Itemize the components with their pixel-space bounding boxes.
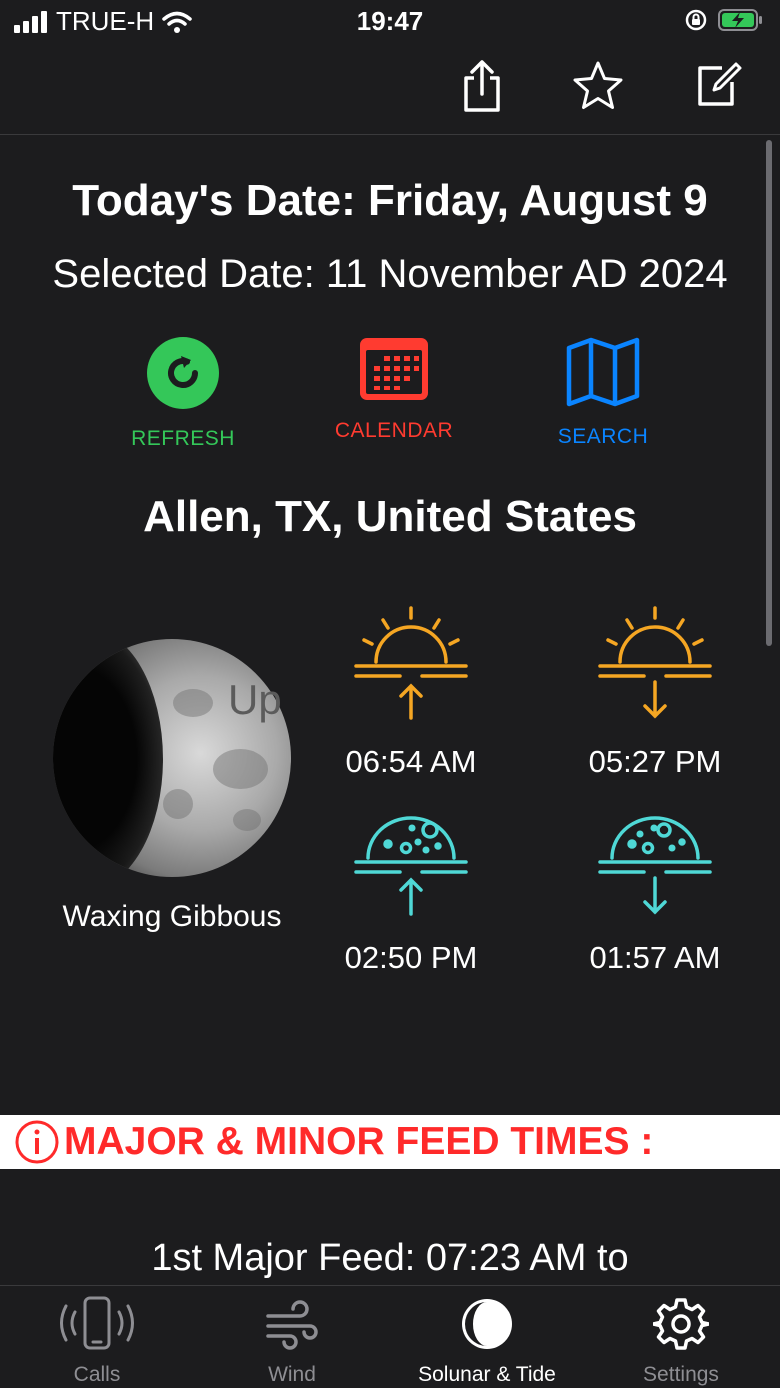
tab-settings[interactable]: Settings (591, 1296, 771, 1387)
tab-wind[interactable]: Wind (202, 1296, 382, 1387)
location-title: Allen, TX, United States (143, 492, 637, 541)
phone-icon (60, 1296, 134, 1350)
calendar-label: CALENDAR (334, 419, 454, 442)
refresh-label: REFRESH (131, 427, 235, 450)
selected-date: Selected Date: 11 November AD 2024 (52, 252, 728, 296)
tab-bar: Calls Wind Solunar & Tide Settings (0, 1285, 780, 1388)
moonrise-time: 02:50 PM (344, 940, 478, 975)
tab-settings-label: Settings (643, 1363, 719, 1386)
sunrise-time: 06:54 AM (345, 744, 477, 779)
share-icon (464, 60, 500, 112)
moon-overlay-text: Up (228, 676, 282, 723)
status-time: 19:47 (356, 6, 424, 36)
first-major-feed: 1st Major Feed: 07:23 AM to (151, 1237, 629, 1279)
moonset-icon (598, 814, 712, 925)
moonrise-icon (354, 814, 468, 925)
moon-icon (462, 1299, 512, 1349)
edit-icon (698, 62, 742, 106)
tab-solunar-tide[interactable]: Solunar & Tide (397, 1296, 577, 1387)
calendar-icon (360, 338, 428, 400)
moon-phase-image (53, 639, 291, 877)
battery-icon (718, 9, 762, 31)
search-label: SEARCH (557, 425, 649, 448)
gear-icon (651, 1298, 711, 1350)
tab-calls-label: Calls (73, 1363, 121, 1386)
today-date: Today's Date: Friday, August 9 (72, 176, 708, 225)
refresh-icon (147, 337, 219, 409)
sunset-time: 05:27 PM (588, 744, 722, 779)
moonset-time: 01:57 AM (589, 940, 721, 975)
sunrise-icon (354, 604, 468, 727)
rotation-lock-icon (685, 9, 707, 31)
refresh-button[interactable]: REFRESH (93, 336, 273, 451)
info-icon[interactable] (14, 1119, 60, 1165)
wind-icon (266, 1300, 318, 1350)
feed-times-title: MAJOR & MINOR FEED TIMES : (64, 1120, 654, 1163)
status-bar: TRUE-H 19:47 (0, 0, 780, 44)
search-button[interactable]: SEARCH (513, 336, 693, 449)
edit-button[interactable] (690, 58, 746, 114)
sunset-icon (598, 604, 712, 727)
tab-wind-label: Wind (268, 1363, 316, 1386)
map-icon (566, 337, 640, 407)
calendar-button[interactable]: CALENDAR (304, 336, 484, 443)
tab-calls[interactable]: Calls (7, 1296, 187, 1387)
favorite-button[interactable] (570, 58, 626, 114)
feed-times-banner: MAJOR & MINOR FEED TIMES : (0, 1115, 780, 1169)
tab-solunar-tide-label: Solunar & Tide (418, 1363, 556, 1386)
star-icon (573, 61, 623, 109)
share-button[interactable] (454, 58, 510, 114)
moon-phase-label: Waxing Gibbous (62, 900, 282, 933)
status-right (684, 8, 764, 32)
top-toolbar (0, 44, 780, 135)
